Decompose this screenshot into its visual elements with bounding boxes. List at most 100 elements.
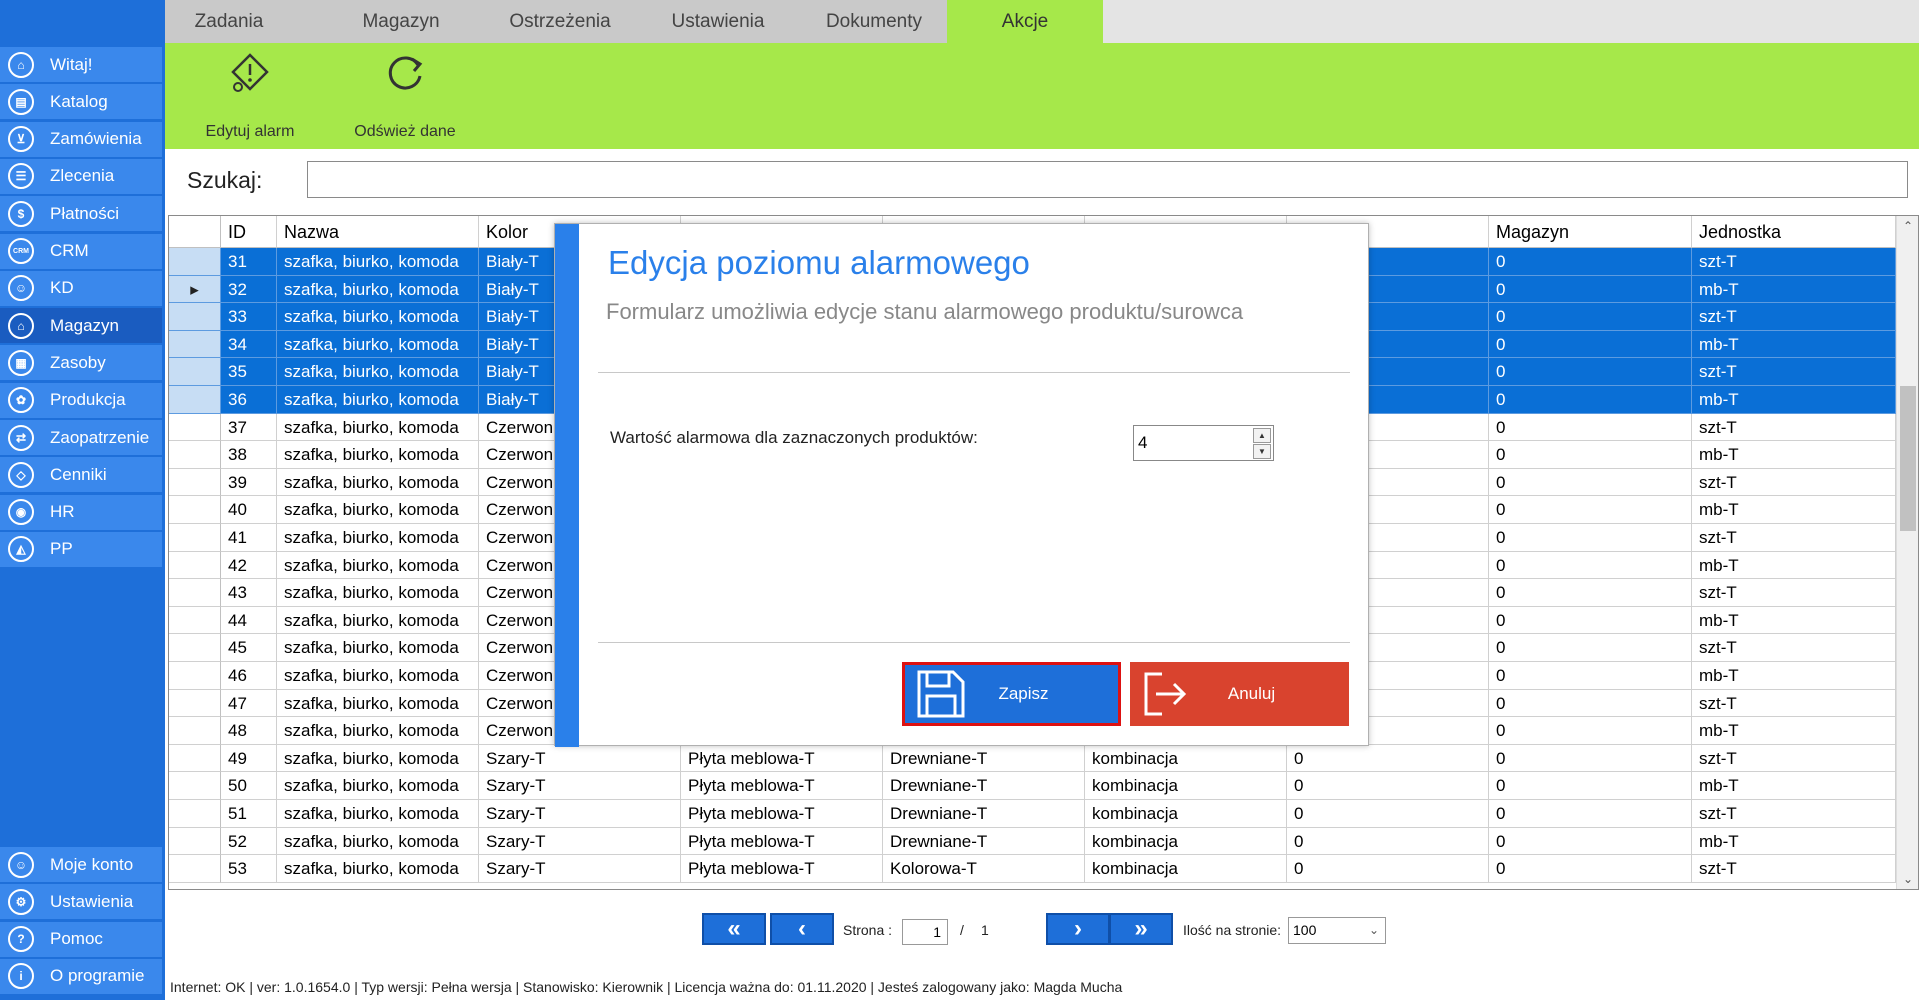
spin-up-icon[interactable]: ▲ <box>1253 428 1271 443</box>
table-row[interactable]: 52 szafka, biurko, komoda Szary-T Płyta meb… <box>169 827 1896 856</box>
table-cell: szafka, biurko, komoda <box>277 248 479 276</box>
row-header[interactable] <box>169 744 221 773</box>
row-header[interactable] <box>169 496 221 524</box>
sidebar-item-magazyn[interactable]: ⌂ Magazyn <box>0 308 162 344</box>
row-header[interactable] <box>169 634 221 662</box>
tab-magazyn[interactable]: Magazyn <box>331 0 471 43</box>
pp-icon: ◭ <box>8 536 34 563</box>
table-cell: mb-T <box>1692 330 1896 359</box>
search-input[interactable] <box>307 161 1908 198</box>
tab-ustawienia[interactable]: Ustawienia <box>643 0 793 43</box>
row-header[interactable] <box>169 662 221 690</box>
alarm-value-label: Wartość alarmowa dla zaznaczonych produk… <box>610 428 978 447</box>
row-header[interactable] <box>169 413 221 442</box>
table-cell: szafka, biurko, komoda <box>277 524 479 552</box>
row-header[interactable] <box>169 606 221 635</box>
tab-dokumenty[interactable]: Dokumenty <box>799 0 949 43</box>
column-header[interactable]: Magazyn <box>1489 216 1692 248</box>
per-page-select[interactable]: 100 ⌄ <box>1288 917 1386 944</box>
row-header[interactable] <box>169 441 221 469</box>
table-cell: 0 <box>1489 689 1692 718</box>
scroll-thumb[interactable] <box>1900 386 1916 531</box>
first-page-button[interactable]: « <box>702 913 766 945</box>
table-cell: Płyta meblowa-T <box>681 800 883 828</box>
sidebar-item-label: Produkcja <box>50 390 126 410</box>
row-header[interactable] <box>169 468 221 497</box>
scroll-down-icon[interactable]: ⌄ <box>1897 869 1918 889</box>
table-row[interactable]: 51 szafka, biurko, komoda Szary-T Płyta meb… <box>169 800 1896 828</box>
prev-page-button[interactable]: ‹ <box>770 913 834 945</box>
sidebar-item-ustawienia[interactable]: ⚙ Ustawienia <box>0 884 162 920</box>
sidebar-item-zaopatrzenie[interactable]: ⇄ Zaopatrzenie <box>0 420 162 455</box>
table-cell: mb-T <box>1692 662 1896 690</box>
chevron-left-icon: ‹ <box>798 915 806 942</box>
ribbon: Edytuj alarm Odśwież dane <box>165 43 1919 149</box>
row-header[interactable] <box>169 524 221 552</box>
alarm-value-stepper[interactable]: 4 ▲ ▼ <box>1133 425 1274 461</box>
table-cell: 0 <box>1489 772 1692 800</box>
supply-icon: ⇄ <box>8 424 34 451</box>
row-header[interactable] <box>169 358 221 386</box>
table-cell: Płyta meblowa-T <box>681 855 883 883</box>
row-header[interactable] <box>169 579 221 607</box>
refresh-button[interactable]: Odśwież dane <box>340 43 470 149</box>
table-row[interactable]: 49 szafka, biurko, komoda Szary-T Płyta meb… <box>169 744 1896 773</box>
row-header[interactable] <box>169 717 221 745</box>
table-cell: szt-T <box>1692 413 1896 442</box>
floppy-disk-icon <box>917 670 965 718</box>
sidebar-item-moje-konto[interactable]: ☺ Moje konto <box>0 847 162 882</box>
scroll-up-icon[interactable]: ⌃ <box>1897 216 1918 236</box>
tab-ostrzezenia[interactable]: Ostrzeżenia <box>485 0 635 43</box>
vertical-scrollbar[interactable]: ⌃ ⌄ <box>1896 216 1918 889</box>
sidebar-item-pp[interactable]: ◭ PP <box>0 531 162 567</box>
page-number-input[interactable]: 1 <box>902 919 948 945</box>
cancel-button[interactable]: Anuluj <box>1130 662 1349 726</box>
sidebar-item-katalog[interactable]: ▤ Katalog <box>0 84 162 120</box>
next-page-button[interactable]: › <box>1046 913 1110 945</box>
sidebar-item-zasoby[interactable]: ▦ Zasoby <box>0 345 162 381</box>
hr-icon: ◉ <box>8 499 34 526</box>
row-header[interactable] <box>169 330 221 359</box>
sidebar-item-cenniki[interactable]: ◇ Cenniki <box>0 457 162 493</box>
column-header[interactable]: Nazwa <box>277 216 479 248</box>
sidebar-item-kd[interactable]: ☺ KD <box>0 270 162 306</box>
sidebar-item-pomoc[interactable]: ? Pomoc <box>0 921 162 957</box>
sidebar-item-o-programie[interactable]: i O programie <box>0 958 162 994</box>
save-button[interactable]: Zapisz <box>902 662 1121 726</box>
sidebar-item-produkcja[interactable]: ✿ Produkcja <box>0 382 162 418</box>
row-header[interactable] <box>169 689 221 718</box>
row-header[interactable] <box>169 386 221 414</box>
tab-akcje[interactable]: Akcje <box>947 0 1103 43</box>
table-row[interactable]: 53 szafka, biurko, komoda Szary-T Płyta meb… <box>169 855 1896 883</box>
sidebar-item-p-atno-ci[interactable]: $ Płatności <box>0 196 162 232</box>
table-cell: szt-T <box>1692 468 1896 497</box>
row-header[interactable] <box>169 800 221 828</box>
row-header[interactable]: ▸ <box>169 275 221 304</box>
row-header[interactable] <box>169 248 221 276</box>
sidebar-item-crm[interactable]: CRM CRM <box>0 233 162 269</box>
row-header[interactable] <box>169 303 221 331</box>
alarm-value-field[interactable]: 4 <box>1138 426 1147 460</box>
row-header[interactable] <box>169 855 221 883</box>
table-cell: 0 <box>1489 413 1692 442</box>
row-header[interactable] <box>169 551 221 580</box>
column-header[interactable]: ID <box>221 216 277 248</box>
column-header[interactable]: Jednostka <box>1692 216 1896 248</box>
table-cell: kombinacja <box>1085 827 1287 856</box>
spin-down-icon[interactable]: ▼ <box>1253 444 1271 459</box>
sidebar-item-zam-wienia[interactable]: ⊻ Zamówienia <box>0 121 162 157</box>
row-header[interactable] <box>169 827 221 856</box>
table-cell: 42 <box>221 551 277 580</box>
per-page-value: 100 <box>1293 922 1317 938</box>
table-cell: szafka, biurko, komoda <box>277 358 479 386</box>
edit-alarm-button[interactable]: Edytuj alarm <box>190 43 310 149</box>
tab-zadania[interactable]: Zadania <box>165 0 293 43</box>
last-page-button[interactable]: » <box>1109 913 1173 945</box>
table-cell: 0 <box>1489 827 1692 856</box>
sidebar-item-witaj-[interactable]: ⌂ Witaj! <box>0 47 162 82</box>
divider <box>598 642 1350 643</box>
row-header[interactable] <box>169 772 221 800</box>
table-row[interactable]: 50 szafka, biurko, komoda Szary-T Płyta meb… <box>169 772 1896 800</box>
sidebar-item-hr[interactable]: ◉ HR <box>0 494 162 530</box>
sidebar-item-zlecenia[interactable]: ☰ Zlecenia <box>0 158 162 194</box>
